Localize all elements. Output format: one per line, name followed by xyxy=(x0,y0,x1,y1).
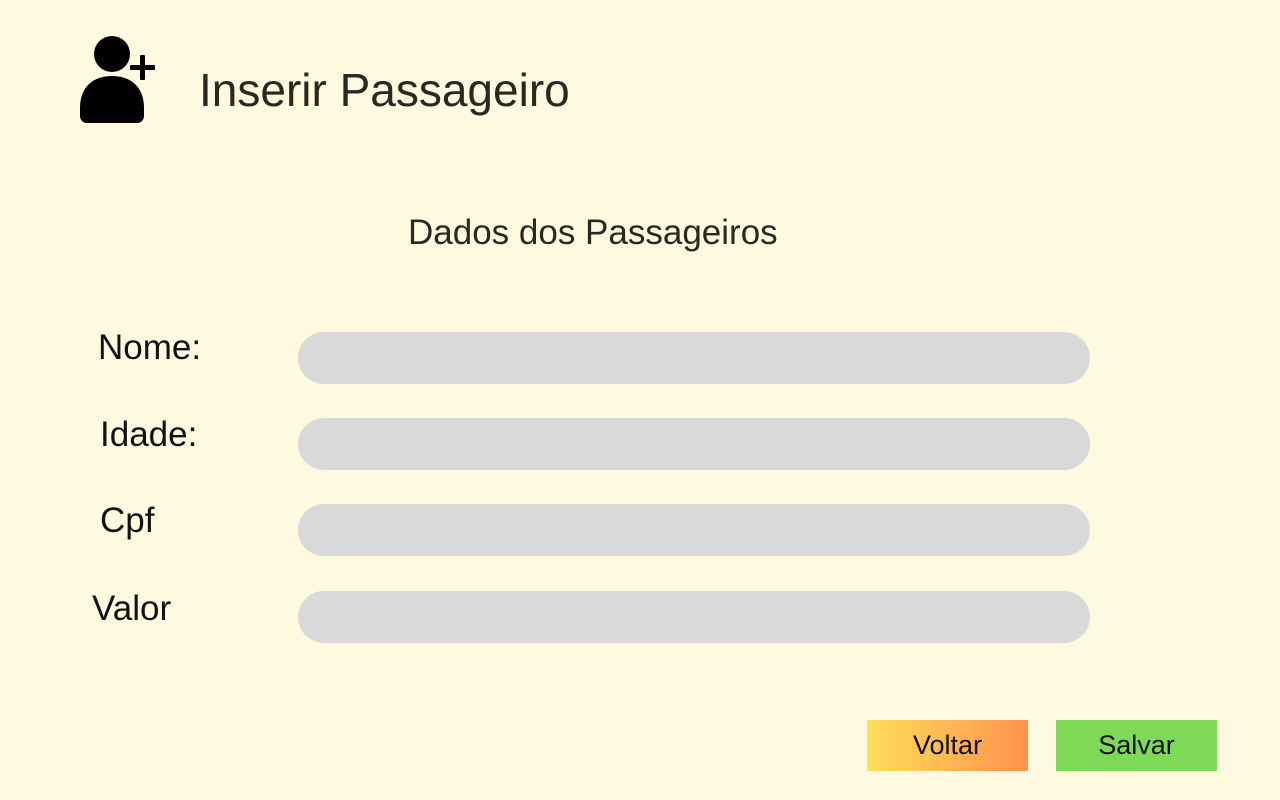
save-button[interactable]: Salvar xyxy=(1056,720,1217,771)
value-label: Valor xyxy=(92,589,172,628)
back-button[interactable]: Voltar xyxy=(867,720,1028,771)
header-icon-wrapper xyxy=(80,36,158,124)
section-title: Dados dos Passageiros xyxy=(408,213,778,252)
value-input[interactable] xyxy=(298,591,1090,643)
page-title: Inserir Passageiro xyxy=(199,64,570,116)
cpf-input[interactable] xyxy=(298,504,1090,556)
age-label: Idade: xyxy=(100,415,198,454)
name-input[interactable] xyxy=(298,332,1090,384)
add-user-icon xyxy=(80,36,155,123)
name-label: Nome: xyxy=(98,328,202,367)
age-input[interactable] xyxy=(298,418,1090,470)
cpf-label: Cpf xyxy=(100,501,155,540)
